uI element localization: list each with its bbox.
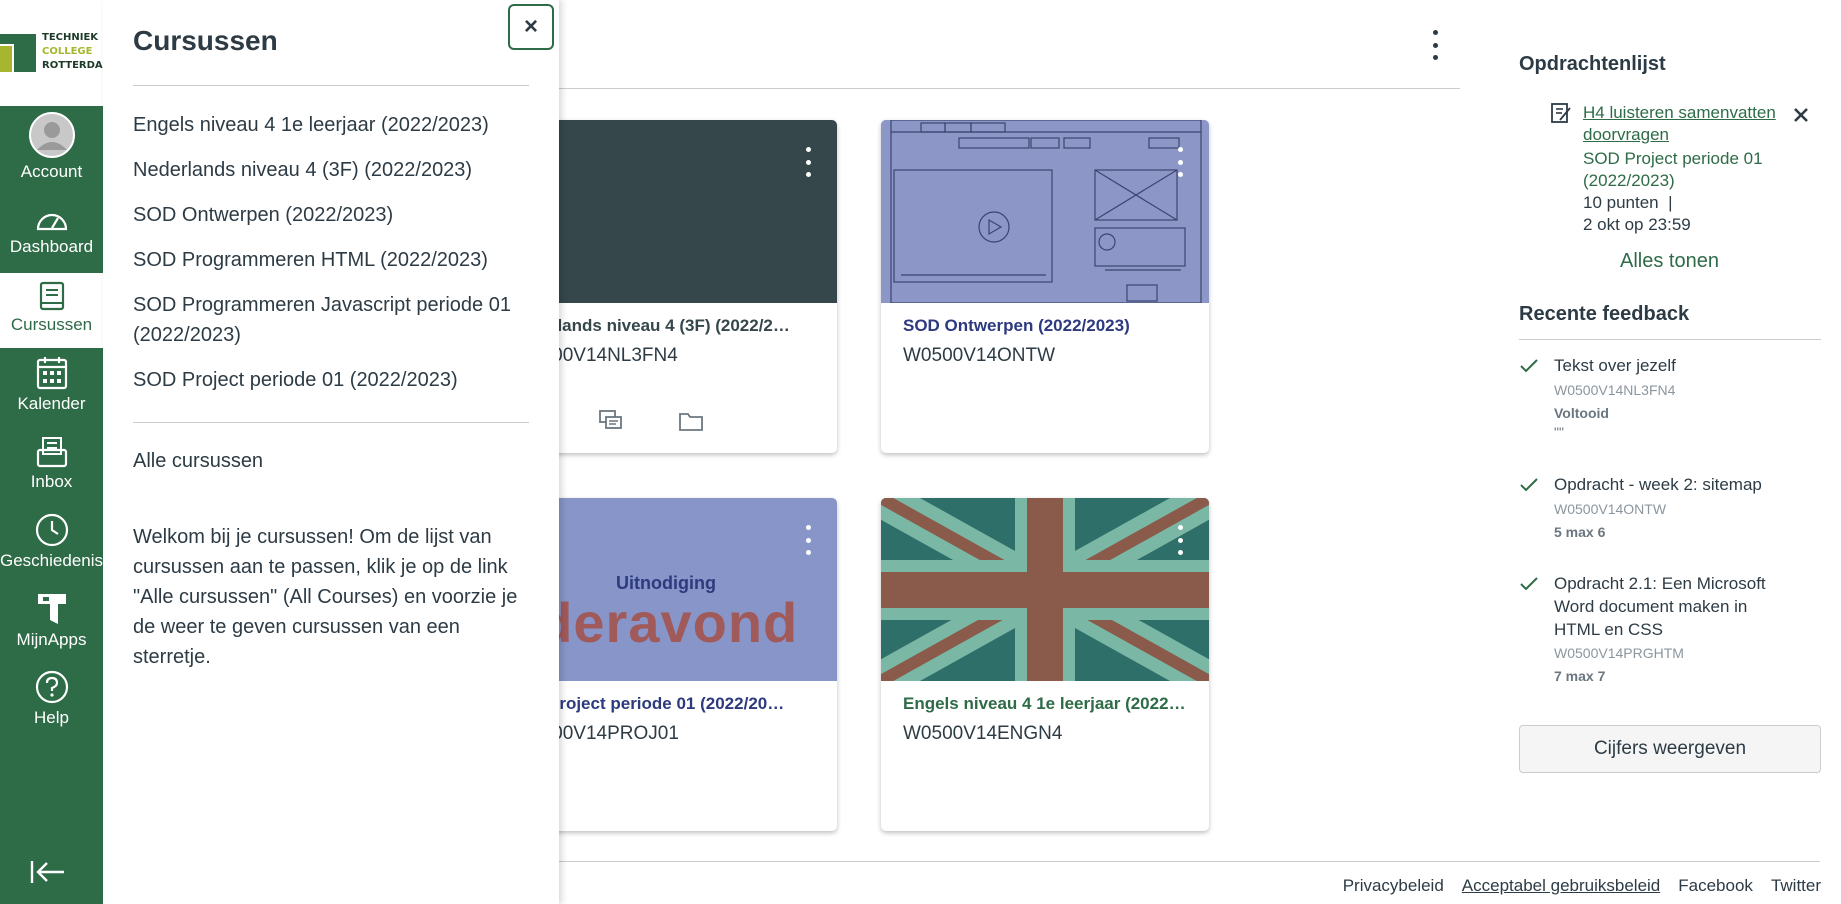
wireframe-image bbox=[881, 120, 1209, 303]
tray-title: Cursussen bbox=[133, 25, 278, 56]
todo-heading: Opdrachtenlijst bbox=[1519, 53, 1666, 75]
nav-dashboard-label: Dashboard bbox=[9, 237, 94, 256]
avatar-icon bbox=[28, 112, 75, 158]
nav-help-label: Help bbox=[34, 708, 69, 727]
close-icon: × bbox=[523, 13, 538, 40]
todo-item-title[interactable]: H4 luisteren samenvatten doorvragen bbox=[1583, 102, 1783, 146]
nav-inbox-label: Inbox bbox=[30, 472, 73, 491]
calendar-icon bbox=[36, 357, 67, 390]
course-card-engels[interactable]: Engels niveau 4 1e leerjaar (2022/… W050… bbox=[881, 498, 1209, 831]
course-card-hero[interactable] bbox=[881, 120, 1209, 303]
nav-account[interactable]: Account bbox=[0, 112, 103, 188]
course-card-title[interactable]: derlands niveau 4 (3F) (2022/2… bbox=[531, 316, 817, 336]
help-icon bbox=[35, 670, 68, 704]
apps-icon bbox=[37, 594, 66, 624]
inbox-icon bbox=[36, 437, 67, 468]
feedback-heading: Recente feedback bbox=[1519, 303, 1690, 325]
assignment-icon bbox=[1551, 103, 1571, 123]
card-options-button[interactable] bbox=[799, 525, 817, 555]
feedback-item-status: Voltooid bbox=[1554, 405, 1609, 421]
tray-course-link[interactable]: SOD Project periode 01 (2022/2023) bbox=[133, 365, 529, 395]
dashboard-options-button[interactable] bbox=[1426, 30, 1444, 60]
feedback-item-note: "" bbox=[1554, 424, 1564, 440]
checkmark-icon bbox=[1520, 478, 1538, 492]
footer-links: Privacybeleid Acceptabel gebruiksbeleid … bbox=[1343, 876, 1821, 896]
nav-account-label: Account bbox=[20, 162, 83, 181]
school-logo[interactable]: TECHNIEK COLLEGE ROTTERDAM bbox=[0, 0, 113, 106]
course-card-hero[interactable] bbox=[881, 498, 1209, 681]
card-options-button[interactable] bbox=[799, 147, 817, 177]
feedback-item-title[interactable]: Opdracht - week 2: sitemap bbox=[1554, 473, 1804, 496]
collapse-nav-icon[interactable] bbox=[30, 858, 66, 886]
discussion-icon[interactable] bbox=[599, 410, 623, 432]
book-icon bbox=[39, 281, 64, 311]
nav-help[interactable]: Help bbox=[0, 670, 103, 744]
feedback-item[interactable]: Opdracht 2.1: Een Microsoft Word documen… bbox=[1519, 572, 1821, 692]
footer-link-acceptable-use[interactable]: Acceptabel gebruiksbeleid bbox=[1462, 876, 1660, 896]
nav-calendar-label: Kalender bbox=[17, 394, 86, 413]
tray-divider bbox=[133, 85, 529, 86]
feedback-item-title[interactable]: Opdracht 2.1: Een Microsoft Word documen… bbox=[1554, 572, 1784, 641]
course-card-title[interactable]: SOD Ontwerpen (2022/2023) bbox=[903, 316, 1189, 336]
course-card-sod-ontwerpen[interactable]: SOD Ontwerpen (2022/2023) W0500V14ONTW bbox=[881, 120, 1209, 453]
nav-courses[interactable]: Cursussen bbox=[0, 273, 103, 348]
feedback-item-course: W0500V14ONTW bbox=[1554, 501, 1667, 517]
nav-history[interactable]: Geschiedenis bbox=[0, 513, 103, 587]
tray-course-link[interactable]: Nederlands niveau 4 (3F) (2022/2023) bbox=[133, 155, 529, 185]
feedback-item[interactable]: Tekst over jezelf W0500V14NL3FN4 Voltooi… bbox=[1519, 354, 1821, 444]
union-jack-image bbox=[881, 498, 1209, 681]
nav-inbox[interactable]: Inbox bbox=[0, 436, 103, 506]
logo-mark-icon bbox=[0, 34, 36, 72]
tray-course-link[interactable]: Engels niveau 4 1e leerjaar (2022/2023) bbox=[133, 110, 529, 140]
todo-item-course: SOD Project periode 01 (2022/2023) bbox=[1583, 149, 1763, 190]
header-divider bbox=[540, 88, 1460, 89]
feedback-item-title[interactable]: Tekst over jezelf bbox=[1554, 354, 1804, 377]
nav-myapps[interactable]: MijnApps bbox=[0, 592, 103, 666]
tray-course-link[interactable]: SOD Programmeren Javascript periode 01 (… bbox=[133, 290, 529, 350]
feedback-item-status: 7 max 7 bbox=[1554, 668, 1606, 684]
courses-tray: Cursussen × Engels niveau 4 1e leerjaar … bbox=[103, 0, 559, 904]
todo-item-points: 10 punten | bbox=[1583, 193, 1673, 212]
feedback-item-course: W0500V14NL3FN4 bbox=[1554, 382, 1676, 398]
clock-icon bbox=[35, 513, 68, 547]
card-options-button[interactable] bbox=[1171, 147, 1189, 177]
feedback-item-course: W0500V14PRGHTM bbox=[1554, 645, 1684, 661]
tray-course-link[interactable]: SOD Ontwerpen (2022/2023) bbox=[133, 200, 529, 230]
all-courses-link[interactable]: Alle cursussen bbox=[133, 450, 263, 473]
footer-link-privacy[interactable]: Privacybeleid bbox=[1343, 876, 1444, 896]
course-card-code: W0500V14ONTW bbox=[903, 345, 1056, 366]
tray-course-link[interactable]: SOD Programmeren HTML (2022/2023) bbox=[133, 245, 529, 275]
footer-divider bbox=[540, 861, 1820, 862]
feedback-item[interactable]: Opdracht - week 2: sitemap W0500V14ONTW … bbox=[1519, 473, 1821, 543]
course-card-title[interactable]: Engels niveau 4 1e leerjaar (2022/… bbox=[903, 694, 1189, 714]
nav-history-label: Geschiedenis bbox=[0, 551, 104, 570]
feedback-divider bbox=[1519, 339, 1821, 340]
view-grades-button[interactable]: Cijfers weergeven bbox=[1519, 725, 1821, 773]
nav-calendar[interactable]: Kalender bbox=[0, 356, 103, 426]
todo-item-due: 2 okt op 23:59 bbox=[1583, 215, 1691, 234]
course-card-code: W0500V14ENGN4 bbox=[903, 723, 1063, 744]
nav-dashboard[interactable]: Dashboard bbox=[0, 207, 103, 269]
footer-link-facebook[interactable]: Facebook bbox=[1678, 876, 1753, 896]
global-navigation: TECHNIEK COLLEGE ROTTERDAM Account Dashb… bbox=[0, 0, 113, 904]
dismiss-icon[interactable] bbox=[1793, 107, 1809, 123]
feedback-item-status: 5 max 6 bbox=[1554, 524, 1606, 540]
show-all-link[interactable]: Alles tonen bbox=[1620, 250, 1719, 273]
todo-item: H4 luisteren samenvatten doorvragen SOD … bbox=[1583, 102, 1783, 236]
speedometer-icon bbox=[36, 213, 67, 231]
nav-courses-label: Cursussen bbox=[10, 315, 93, 334]
checkmark-icon bbox=[1520, 359, 1538, 373]
footer-link-twitter[interactable]: Twitter bbox=[1771, 876, 1821, 896]
nav-myapps-label: MijnApps bbox=[16, 630, 87, 649]
card-options-button[interactable] bbox=[1171, 525, 1189, 555]
tray-welcome-text: Welkom bij je cursussen! Om de lijst van… bbox=[133, 526, 518, 668]
course-card-title[interactable]: D Project periode 01 (2022/20… bbox=[531, 694, 817, 714]
tray-course-list: Engels niveau 4 1e leerjaar (2022/2023) … bbox=[133, 110, 529, 410]
folder-icon[interactable] bbox=[679, 411, 703, 431]
close-tray-button[interactable]: × bbox=[508, 4, 554, 50]
tray-divider bbox=[133, 422, 529, 423]
checkmark-icon bbox=[1520, 577, 1538, 591]
